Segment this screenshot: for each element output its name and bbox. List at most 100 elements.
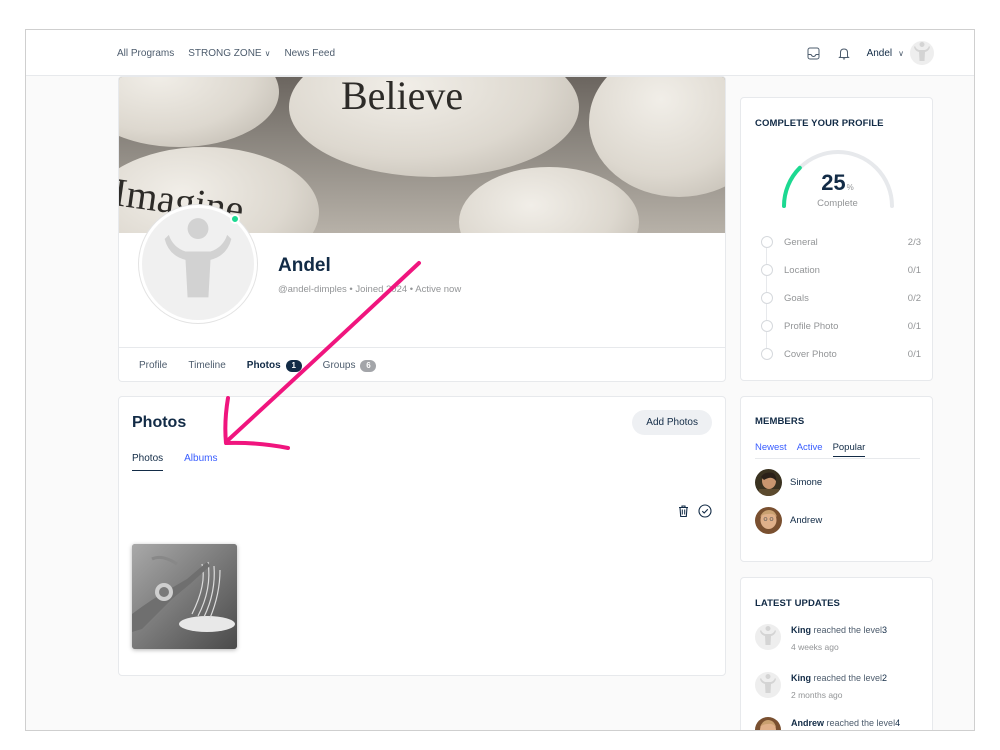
avatar[interactable] [755,717,781,730]
nav-strong-zone[interactable]: STRONG ZONE ∨ [188,48,270,59]
member-name: Andrew [790,515,823,526]
profile-name: Andel [278,255,331,276]
complete-profile-widget: COMPLETE YOUR PROFILE 25% Complete Gener… [740,97,933,381]
add-photos-button[interactable]: Add Photos [632,410,712,435]
update-time: 2 months ago [791,690,843,700]
tab-active[interactable]: Active [797,442,823,457]
progress-value: 25% [741,170,934,196]
user-menu[interactable]: Andel ∨ [867,41,934,65]
section-title: Photos [132,414,187,431]
member-item[interactable]: Andrew [755,507,822,534]
checklist-label: General [784,236,818,248]
tab-newest[interactable]: Newest [755,442,787,457]
widget-title: COMPLETE YOUR PROFILE [755,118,884,129]
user-name: Andel [866,47,893,59]
photos-subtabs: Photos Albums [132,453,218,471]
chevron-down-icon: ∨ [898,48,904,58]
circle-icon [761,292,773,304]
avatar[interactable] [755,672,781,698]
profile-meta: @andel-dimples • Joined 2024 • Active no… [278,284,462,295]
checklist-item[interactable]: General 2/3 [761,228,921,256]
update-action: reached the level [811,673,883,683]
progress-number: 25 [821,170,846,195]
subtab-photos[interactable]: Photos [132,453,164,471]
circle-icon [761,348,773,360]
member-name: Simone [790,477,823,488]
widget-title: MEMBERS [755,416,805,427]
cover-stone [459,167,639,233]
latest-updates-widget: LATEST UPDATES King reached the level3 4 … [740,577,933,730]
tab-groups[interactable]: Groups 6 [322,348,377,382]
update-level: 4 [895,718,901,728]
chevron-down-icon: ∨ [264,48,271,58]
count-badge: 6 [360,359,377,372]
inbox-icon[interactable] [807,46,821,60]
checklist-value: 0/2 [907,292,921,304]
tab-label: Photos [246,360,281,371]
member-item[interactable]: Simone [755,469,822,496]
update-level: 2 [882,673,888,683]
top-bar: All Programs STRONG ZONE ∨ News Feed Ande… [26,30,974,76]
check-circle-icon[interactable] [698,504,712,523]
tab-timeline[interactable]: Timeline [188,348,226,382]
tab-label: Profile [139,360,168,371]
update-user[interactable]: King [791,673,811,683]
browser-frame: All Programs STRONG ZONE ∨ News Feed Ande… [25,29,975,731]
main-nav: All Programs STRONG ZONE ∨ News Feed [117,30,335,76]
profile-card: Believe Imagine Andel @andel-dimples • J… [118,76,726,382]
tab-label: Timeline [188,360,226,371]
photos-card: Photos Add Photos Photos Albums [118,396,726,676]
top-right-actions: Andel ∨ [807,30,934,76]
profile-checklist: General 2/3 Location 0/1 Goals 0/2 Profile … [761,228,921,368]
tab-label: Groups [322,360,356,371]
circle-icon [761,264,773,276]
divider [755,458,920,459]
subtab-albums[interactable]: Albums [184,453,217,471]
avatar [755,507,782,534]
nav-news-feed[interactable]: News Feed [284,48,335,59]
circle-icon [761,320,773,332]
update-action: reached the level [811,625,883,635]
progress-unit: % [846,183,854,192]
checklist-value: 2/3 [907,236,921,248]
update-user[interactable]: King [791,625,811,635]
checklist-label: Goals [784,292,809,304]
profile-avatar[interactable] [139,205,257,323]
cover-word: Believe [341,77,464,118]
photo-thumbnail[interactable] [132,544,237,649]
checklist-label: Cover Photo [784,348,837,360]
bell-icon[interactable] [837,46,851,60]
update-item: Andrew reached the level4 [755,717,901,730]
cover-stone [119,77,279,147]
update-item: King reached the level2 2 months ago [755,672,887,702]
nav-all-programs[interactable]: All Programs [117,48,174,59]
photo-tools [677,504,712,523]
online-status-dot [230,214,240,224]
avatar[interactable] [755,624,781,650]
checklist-item[interactable]: Cover Photo 0/1 [761,340,921,368]
checklist-item[interactable]: Profile Photo 0/1 [761,312,921,340]
checklist-label: Location [784,264,820,276]
cover-stone [589,77,725,197]
update-text: Andrew reached the level4 [791,717,901,730]
update-text: King reached the level2 2 months ago [791,672,887,702]
checklist-label: Profile Photo [784,320,839,332]
trash-icon[interactable] [677,504,690,523]
profile-tabs: Profile Timeline Photos 1 Groups 6 [119,347,725,382]
update-level: 3 [882,625,888,635]
progress-label: Complete [817,198,858,209]
nav-strong-zone-label: STRONG ZONE [188,47,262,59]
update-item: King reached the level3 4 weeks ago [755,624,887,654]
checklist-item[interactable]: Location 0/1 [761,256,921,284]
checklist-value: 0/1 [907,348,921,360]
members-tabs: Newest Active Popular [755,442,865,457]
checklist-item[interactable]: Goals 0/2 [761,284,921,312]
avatar [755,469,782,496]
circle-icon [761,236,773,248]
update-user[interactable]: Andrew [791,718,824,728]
checklist-value: 0/1 [907,320,921,332]
tab-profile[interactable]: Profile [139,348,168,382]
tab-photos[interactable]: Photos 1 [246,348,302,382]
tab-popular[interactable]: Popular [832,442,865,457]
checklist-value: 0/1 [907,264,921,276]
